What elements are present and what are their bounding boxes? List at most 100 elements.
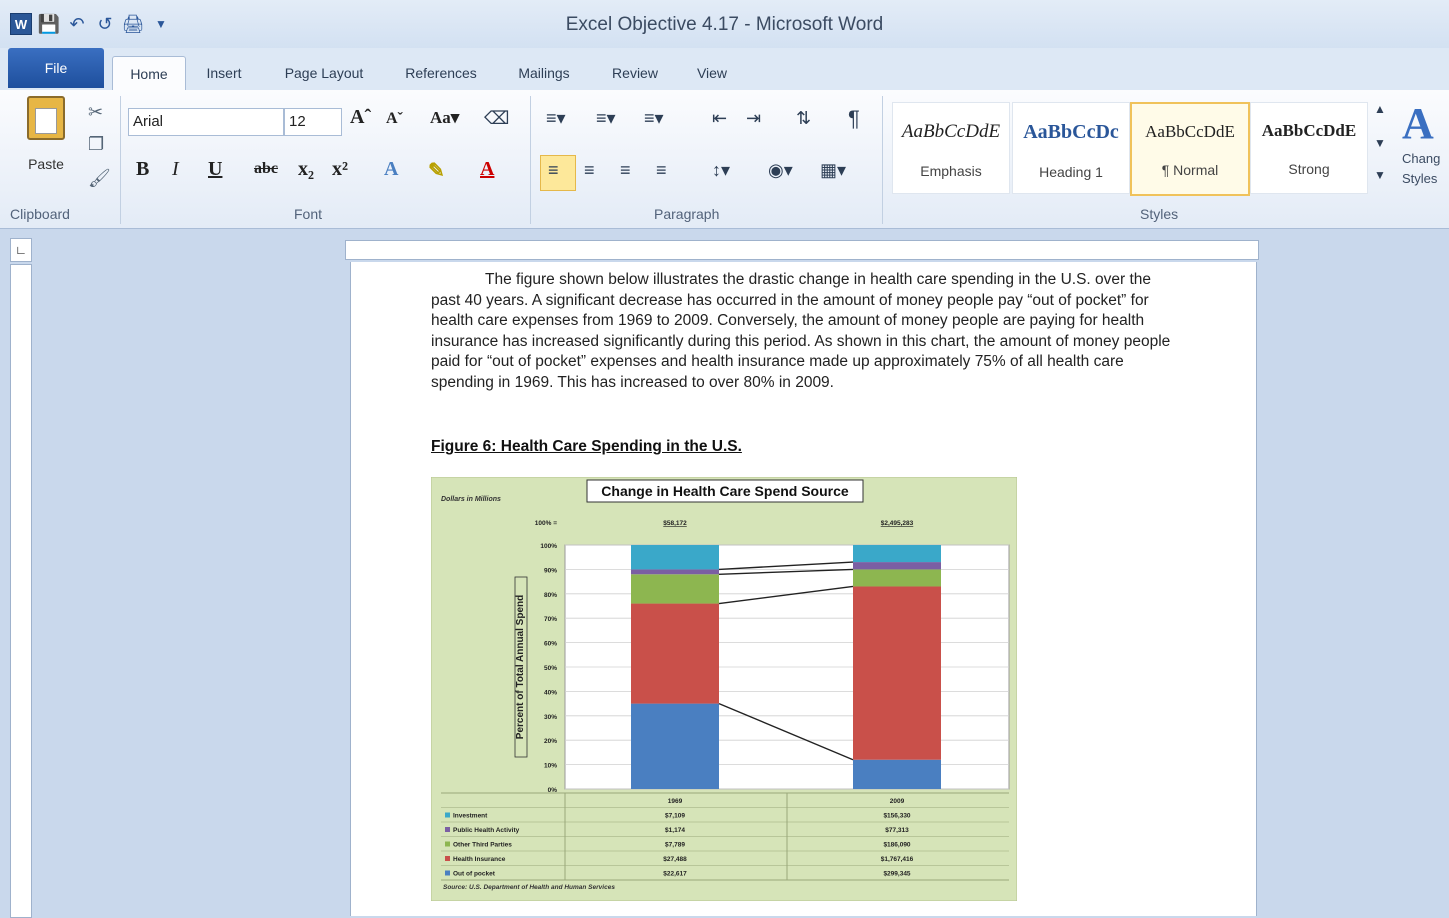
chart[interactable]: Change in Health Care Spend Source Dollar… xyxy=(431,477,1017,901)
shading-icon[interactable]: ◉▾ xyxy=(768,160,793,181)
separator xyxy=(882,96,883,224)
style-heading-1[interactable]: AaBbCcDc Heading 1 xyxy=(1012,102,1130,194)
top-label: 100% = xyxy=(535,520,557,527)
copy-icon[interactable]: ❐ xyxy=(88,134,104,155)
bar-segment xyxy=(853,586,941,760)
bullets-icon[interactable]: ≡▾ xyxy=(546,108,566,129)
legend-swatch xyxy=(445,827,450,832)
bar-segment xyxy=(853,569,941,587)
tab-page-layout[interactable]: Page Layout xyxy=(266,56,382,90)
style-name: Emphasis xyxy=(920,163,982,179)
clipboard-group-label: Clipboard xyxy=(10,206,70,222)
y-tick-label: 90% xyxy=(544,567,557,574)
align-center-icon[interactable]: ≡ xyxy=(584,160,595,181)
legend-swatch xyxy=(445,856,450,861)
numbering-icon[interactable]: ≡▾ xyxy=(596,108,616,129)
subscript-icon[interactable]: x₂ xyxy=(298,158,314,181)
bar-total-label: $58,172 xyxy=(663,520,687,527)
superscript-icon[interactable]: x² xyxy=(332,158,348,181)
legend-swatch xyxy=(445,841,450,847)
highlight-icon[interactable]: ✎ xyxy=(428,158,445,183)
style-sample: AaBbCcDdE xyxy=(1261,121,1357,140)
align-right-icon[interactable]: ≡ xyxy=(620,160,631,181)
legend-entry: Investment xyxy=(453,813,488,820)
strikethrough-icon[interactable]: abc xyxy=(254,160,278,178)
styles-scroll-down-icon[interactable]: ▼ xyxy=(1374,136,1386,150)
change-styles-label-2: Styles xyxy=(1402,171,1438,186)
table-value: $1,767,416 xyxy=(881,856,914,863)
style-name: Heading 1 xyxy=(1039,164,1103,180)
y-tick-label: 20% xyxy=(544,738,557,745)
bar-segment xyxy=(631,603,719,704)
italic-icon[interactable]: I xyxy=(172,158,179,181)
change-styles-button[interactable]: A Chang Styles xyxy=(1402,98,1449,189)
title-bar: W 💾 ↶ ↺ 🖨 ▼ Excel Objective 4.17 - Micro… xyxy=(0,0,1449,48)
style-sample: AaBbCcDdE xyxy=(901,121,1001,142)
ribbon: Paste ✂ ❐ 🖌 Clipboard Arial 12 Aˆ Aˇ Aa▾… xyxy=(0,90,1449,229)
chart-source: Source: U.S. Department of Health and Hu… xyxy=(443,884,615,891)
bar-total-label: $2,495,283 xyxy=(881,520,914,527)
category-label: 1969 xyxy=(668,798,683,805)
tab-home[interactable]: Home xyxy=(112,56,186,91)
horizontal-ruler[interactable] xyxy=(345,240,1259,260)
tab-selector-icon[interactable]: ∟ xyxy=(10,238,32,262)
cut-icon[interactable]: ✂ xyxy=(88,102,103,123)
style-name: ¶ Normal xyxy=(1161,162,1219,178)
figure-title[interactable]: Figure 6: Health Care Spending in the U.… xyxy=(431,438,742,456)
bar-segment xyxy=(853,562,941,570)
justify-icon[interactable]: ≡ xyxy=(656,160,667,181)
multilevel-list-icon[interactable]: ≡▾ xyxy=(644,108,664,129)
table-value: $7,109 xyxy=(665,813,685,820)
legend-entry: Health Insurance xyxy=(453,856,506,863)
tab-file[interactable]: File xyxy=(8,48,104,88)
bar-segment xyxy=(631,569,719,575)
bold-icon[interactable]: B xyxy=(136,158,149,181)
table-value: $299,345 xyxy=(883,871,910,878)
change-case-icon[interactable]: Aa▾ xyxy=(430,108,459,128)
change-styles-label-1: Chang xyxy=(1402,151,1441,166)
legend-swatch xyxy=(445,870,450,876)
tab-references[interactable]: References xyxy=(392,56,490,90)
styles-scroll-up-icon[interactable]: ▲ xyxy=(1374,102,1386,116)
font-size-combo[interactable]: 12 xyxy=(284,108,342,136)
tab-review[interactable]: Review xyxy=(598,56,672,90)
style-emphasis[interactable]: AaBbCcDdE Emphasis xyxy=(892,102,1010,194)
shrink-font-icon[interactable]: Aˇ xyxy=(386,110,403,128)
tab-view[interactable]: View xyxy=(684,56,740,90)
y-tick-label: 100% xyxy=(540,543,557,550)
text-effects-icon[interactable]: A xyxy=(384,158,398,181)
tab-mailings[interactable]: Mailings xyxy=(502,56,586,90)
body-paragraph[interactable]: The figure shown below illustrates the d… xyxy=(431,270,1176,393)
paste-button[interactable]: Paste xyxy=(20,96,72,192)
font-name-combo[interactable]: Arial xyxy=(128,108,284,136)
style-normal[interactable]: AaBbCcDdE ¶ Normal xyxy=(1130,102,1250,196)
chart-units-note: Dollars in Millions xyxy=(441,496,501,503)
y-tick-label: 50% xyxy=(544,665,557,672)
style-name: Strong xyxy=(1288,161,1330,177)
decrease-indent-icon[interactable]: ⇤ xyxy=(712,108,727,129)
styles-more-icon[interactable]: ▼ xyxy=(1374,168,1386,182)
paste-label: Paste xyxy=(28,156,64,172)
style-sample: AaBbCcDdE xyxy=(1145,122,1235,141)
style-strong[interactable]: AaBbCcDdE Strong xyxy=(1250,102,1368,194)
format-painter-icon[interactable]: 🖌 xyxy=(88,168,111,189)
document-page[interactable]: The figure shown below illustrates the d… xyxy=(350,262,1257,916)
legend-entry: Public Health Activity xyxy=(453,827,520,834)
align-left-icon[interactable]: ≡ xyxy=(548,160,559,181)
chart-title: Change in Health Care Spend Source xyxy=(601,483,849,499)
separator xyxy=(530,96,531,224)
grow-font-icon[interactable]: Aˆ xyxy=(350,106,371,129)
change-styles-icon: A xyxy=(1402,99,1434,148)
font-color-icon[interactable]: A xyxy=(480,158,494,181)
y-tick-label: 60% xyxy=(544,641,557,648)
sort-icon[interactable]: ⇅ xyxy=(796,108,811,129)
tab-insert[interactable]: Insert xyxy=(192,56,256,90)
borders-icon[interactable]: ▦▾ xyxy=(820,160,846,181)
underline-icon[interactable]: U xyxy=(208,158,222,181)
line-spacing-icon[interactable]: ↕▾ xyxy=(712,160,730,181)
y-axis-label: Percent of Total Annual Spend xyxy=(515,595,526,739)
show-formatting-icon[interactable]: ¶ xyxy=(848,106,860,132)
clear-formatting-icon[interactable]: ⌫ xyxy=(484,108,509,129)
increase-indent-icon[interactable]: ⇥ xyxy=(746,108,761,129)
vertical-ruler[interactable] xyxy=(10,264,32,918)
